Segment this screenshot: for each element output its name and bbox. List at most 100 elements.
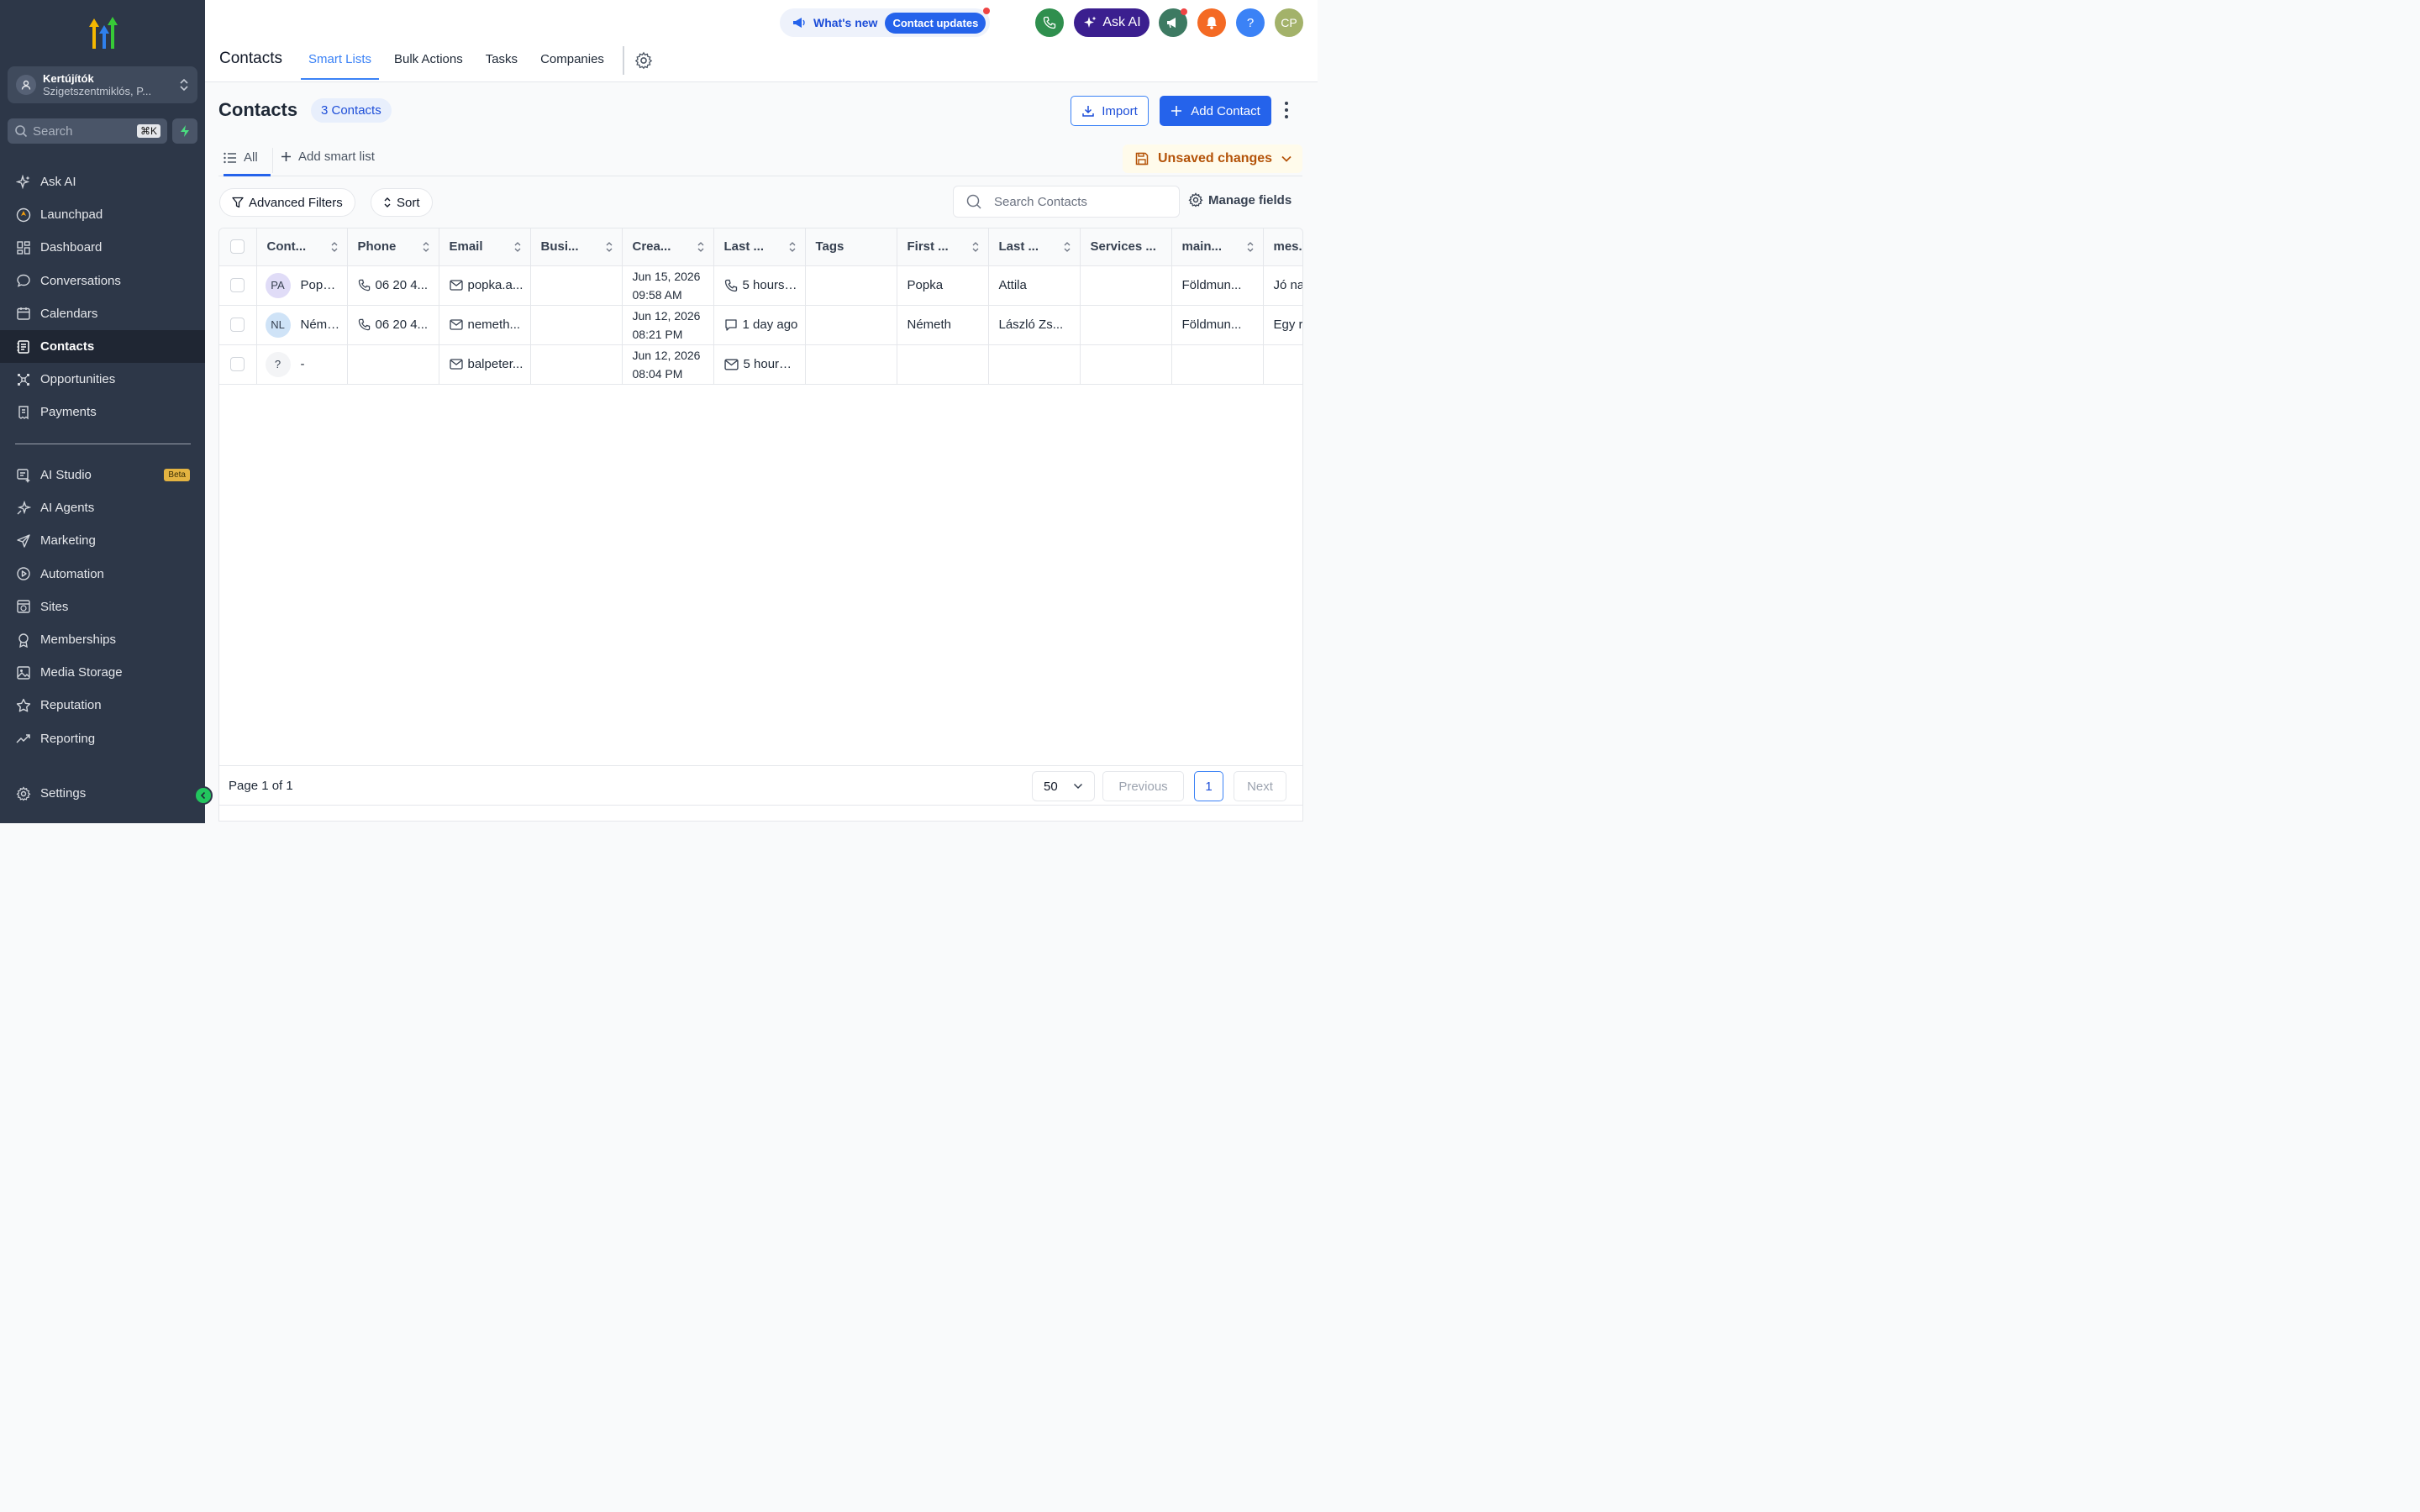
- sidebar-item-contacts[interactable]: Contacts: [0, 329, 205, 364]
- sidebar-item-payments[interactable]: Payments: [0, 396, 205, 428]
- sidebar-item-label: Sites: [40, 599, 69, 614]
- add-smart-list-button[interactable]: Add smart list: [281, 150, 375, 164]
- contact-name-cell[interactable]: PA Popka ...: [256, 265, 348, 306]
- sort-icon[interactable]: [330, 241, 339, 253]
- contact-name[interactable]: -: [301, 357, 305, 371]
- contact-name-cell[interactable]: ? -: [256, 344, 348, 385]
- sidebar-item-settings[interactable]: Settings: [0, 777, 205, 810]
- phone-icon: [1043, 16, 1056, 29]
- column-header-business[interactable]: Busi...: [530, 228, 623, 266]
- column-header-first-name[interactable]: First ...: [897, 228, 989, 266]
- sort-icon[interactable]: [422, 241, 430, 253]
- sort-icon[interactable]: [1063, 241, 1071, 253]
- contact-name-cell[interactable]: NL Németh...: [256, 305, 348, 345]
- next-page-button[interactable]: Next: [1234, 771, 1286, 801]
- sort-icon[interactable]: [605, 241, 613, 253]
- sort-icon[interactable]: [697, 241, 705, 253]
- created-date: Jun 12, 2026: [632, 348, 701, 362]
- column-header-last-activity[interactable]: Last ...: [713, 228, 806, 266]
- contact-updates-badge[interactable]: Contact updates: [885, 12, 986, 34]
- more-options-icon[interactable]: [1284, 101, 1289, 119]
- help-button[interactable]: ?: [1236, 8, 1265, 37]
- smart-list-tab-all[interactable]: All: [224, 141, 271, 176]
- unsaved-changes-dropdown[interactable]: Unsaved changes: [1123, 144, 1302, 173]
- column-header-created[interactable]: Crea...: [622, 228, 714, 266]
- sidebar-item-ai-agents[interactable]: AI Agents: [0, 491, 205, 524]
- page-1-button[interactable]: 1: [1194, 771, 1223, 801]
- phone-button[interactable]: [1035, 8, 1064, 37]
- sort-icon[interactable]: [971, 241, 980, 253]
- column-header-main[interactable]: main...: [1171, 228, 1264, 266]
- column-header-email[interactable]: Email: [439, 228, 531, 266]
- sidebar-item-ai-studio[interactable]: AI Studio Beta: [0, 459, 205, 491]
- tab-bulk-actions[interactable]: Bulk Actions: [387, 45, 471, 78]
- column-header-mes[interactable]: mes...: [1263, 228, 1302, 266]
- previous-page-button[interactable]: Previous: [1102, 771, 1184, 801]
- account-switcher[interactable]: Kertújítók Szigetszentmiklós, P...: [8, 66, 197, 103]
- ask-ai-button[interactable]: Ask AI: [1074, 8, 1150, 37]
- unsaved-changes-label: Unsaved changes: [1158, 151, 1273, 165]
- row-checkbox[interactable]: [230, 278, 245, 292]
- import-button[interactable]: Import: [1071, 96, 1149, 126]
- row-checkbox[interactable]: [230, 357, 245, 371]
- table-row[interactable]: NL Németh... 06 20 4... nemeth... Jun 12,…: [219, 305, 1302, 345]
- sidebar-item-ask-ai[interactable]: Ask AI: [0, 165, 205, 198]
- manage-fields-button[interactable]: Manage fields: [1188, 192, 1292, 207]
- per-page-select[interactable]: 50: [1032, 771, 1095, 801]
- sidebar-item-reputation[interactable]: Reputation: [0, 689, 205, 722]
- sidebar-item-opportunities[interactable]: Opportunities: [0, 363, 205, 396]
- sidebar-item-dashboard[interactable]: Dashboard: [0, 231, 205, 264]
- notifications-button[interactable]: [1197, 8, 1226, 37]
- sidebar-search[interactable]: Search ⌘K: [8, 118, 167, 144]
- sidebar-item-calendars[interactable]: Calendars: [0, 297, 205, 330]
- row-checkbox[interactable]: [230, 318, 245, 332]
- sort-icon[interactable]: [513, 241, 522, 253]
- email-cell[interactable]: popka.a...: [439, 265, 531, 306]
- tab-companies[interactable]: Companies: [533, 45, 612, 78]
- sidebar-item-automation[interactable]: Automation: [0, 558, 205, 591]
- quick-action-button[interactable]: [172, 118, 197, 144]
- sort-button[interactable]: Sort: [371, 188, 433, 217]
- table-row[interactable]: ? - balpeter... Jun 12, 2026 08:04 PM 5 ho…: [219, 344, 1302, 385]
- email-cell[interactable]: balpeter...: [439, 344, 531, 385]
- sidebar-item-sites[interactable]: Sites: [0, 591, 205, 623]
- mail-icon: [449, 280, 463, 291]
- whats-new-banner[interactable]: What's new Contact updates: [780, 8, 990, 37]
- sidebar-item-conversations[interactable]: Conversations: [0, 265, 205, 297]
- gear-icon[interactable]: [634, 51, 653, 70]
- table-row[interactable]: PA Popka ... 06 20 4... popka.a... Jun 15…: [219, 265, 1302, 306]
- sidebar-item-memberships[interactable]: Memberships: [0, 623, 205, 656]
- sidebar-item-marketing[interactable]: Marketing: [0, 524, 205, 557]
- last-name-cell: László Zs...: [988, 305, 1081, 345]
- phone-cell[interactable]: 06 20 4...: [347, 305, 439, 345]
- phone-cell[interactable]: 06 20 4...: [347, 265, 439, 306]
- search-contacts-input[interactable]: [994, 194, 1162, 209]
- column-header-phone[interactable]: Phone: [347, 228, 439, 266]
- column-header-contact[interactable]: Cont...: [256, 228, 348, 266]
- contact-name[interactable]: Popka ...: [301, 278, 340, 292]
- sidebar-item-label: Conversations: [40, 273, 121, 288]
- column-header-label: Services ...: [1090, 239, 1156, 255]
- app-logo[interactable]: [82, 15, 123, 50]
- smart-list-tab-all-label: All: [244, 150, 258, 165]
- user-avatar[interactable]: CP: [1275, 8, 1303, 37]
- search-contacts[interactable]: [953, 186, 1180, 218]
- column-header-services[interactable]: Services ...: [1080, 228, 1172, 266]
- tab-tasks[interactable]: Tasks: [478, 45, 525, 78]
- add-contact-button[interactable]: Add Contact: [1160, 96, 1271, 126]
- column-header-last-name[interactable]: Last ...: [988, 228, 1081, 266]
- sort-icon[interactable]: [1246, 241, 1255, 253]
- column-header-tags[interactable]: Tags: [805, 228, 897, 266]
- select-all-checkbox[interactable]: [230, 239, 245, 255]
- sidebar-item-reporting[interactable]: Reporting: [0, 722, 205, 755]
- advanced-filters-button[interactable]: Advanced Filters: [219, 188, 355, 217]
- contact-name[interactable]: Németh...: [301, 318, 340, 332]
- tab-smart-lists[interactable]: Smart Lists: [300, 45, 379, 80]
- email-address: nemeth...: [467, 318, 521, 332]
- last-activity: 1 day ago: [742, 318, 798, 332]
- sidebar-item-launchpad[interactable]: Launchpad: [0, 198, 205, 231]
- sidebar-item-media-storage[interactable]: Media Storage: [0, 656, 205, 689]
- email-cell[interactable]: nemeth...: [439, 305, 531, 345]
- created-time: 09:58 AM: [632, 287, 682, 302]
- sort-icon[interactable]: [788, 241, 797, 253]
